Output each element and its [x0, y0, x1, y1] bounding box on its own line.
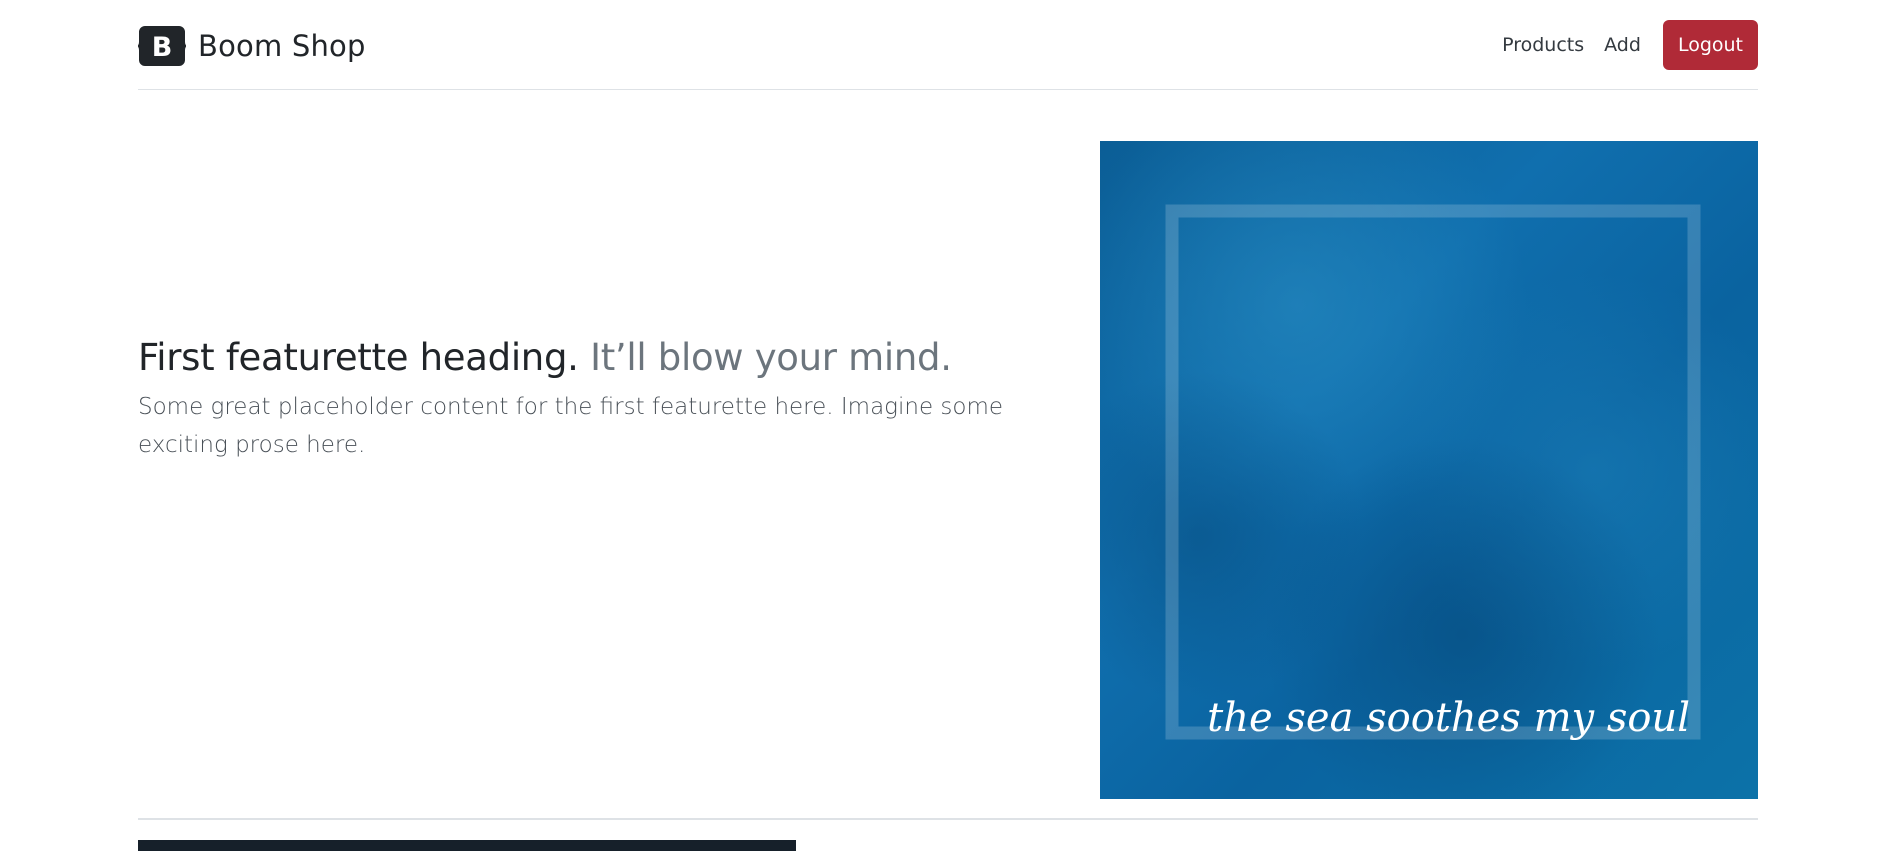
- main-nav: Products Add Logout: [1502, 20, 1758, 70]
- featurette-lead: Some great placeholder content for the f…: [138, 394, 1004, 459]
- featurette-text: First featurette heading. It’ll blow you…: [138, 336, 1068, 464]
- featurette-heading-muted: It’ll blow your mind.: [590, 336, 952, 379]
- featurette-divider: [138, 818, 1758, 820]
- brand-name: Boom Shop: [198, 29, 366, 63]
- nav-link-products[interactable]: Products: [1502, 34, 1584, 56]
- nav-link-add[interactable]: Add: [1604, 34, 1641, 56]
- sea-image: the sea soothes my soul: [1100, 141, 1758, 799]
- featurette-heading-main: First featurette heading.: [138, 336, 579, 379]
- bootstrap-logo-icon: B: [138, 26, 186, 66]
- brand-logo-letter: B: [152, 32, 173, 63]
- image-caption: the sea soothes my soul: [1207, 695, 1690, 741]
- logout-button[interactable]: Logout: [1662, 20, 1758, 70]
- featurette-heading: First featurette heading. It’ll blow you…: [138, 336, 1068, 380]
- featurette-image: the sea soothes my soul: [1100, 141, 1758, 799]
- brand-link[interactable]: B Boom Shop: [138, 24, 366, 68]
- next-featurette-image-edge: [138, 840, 796, 851]
- site-header: B Boom Shop Products Add Logout: [138, 0, 1758, 90]
